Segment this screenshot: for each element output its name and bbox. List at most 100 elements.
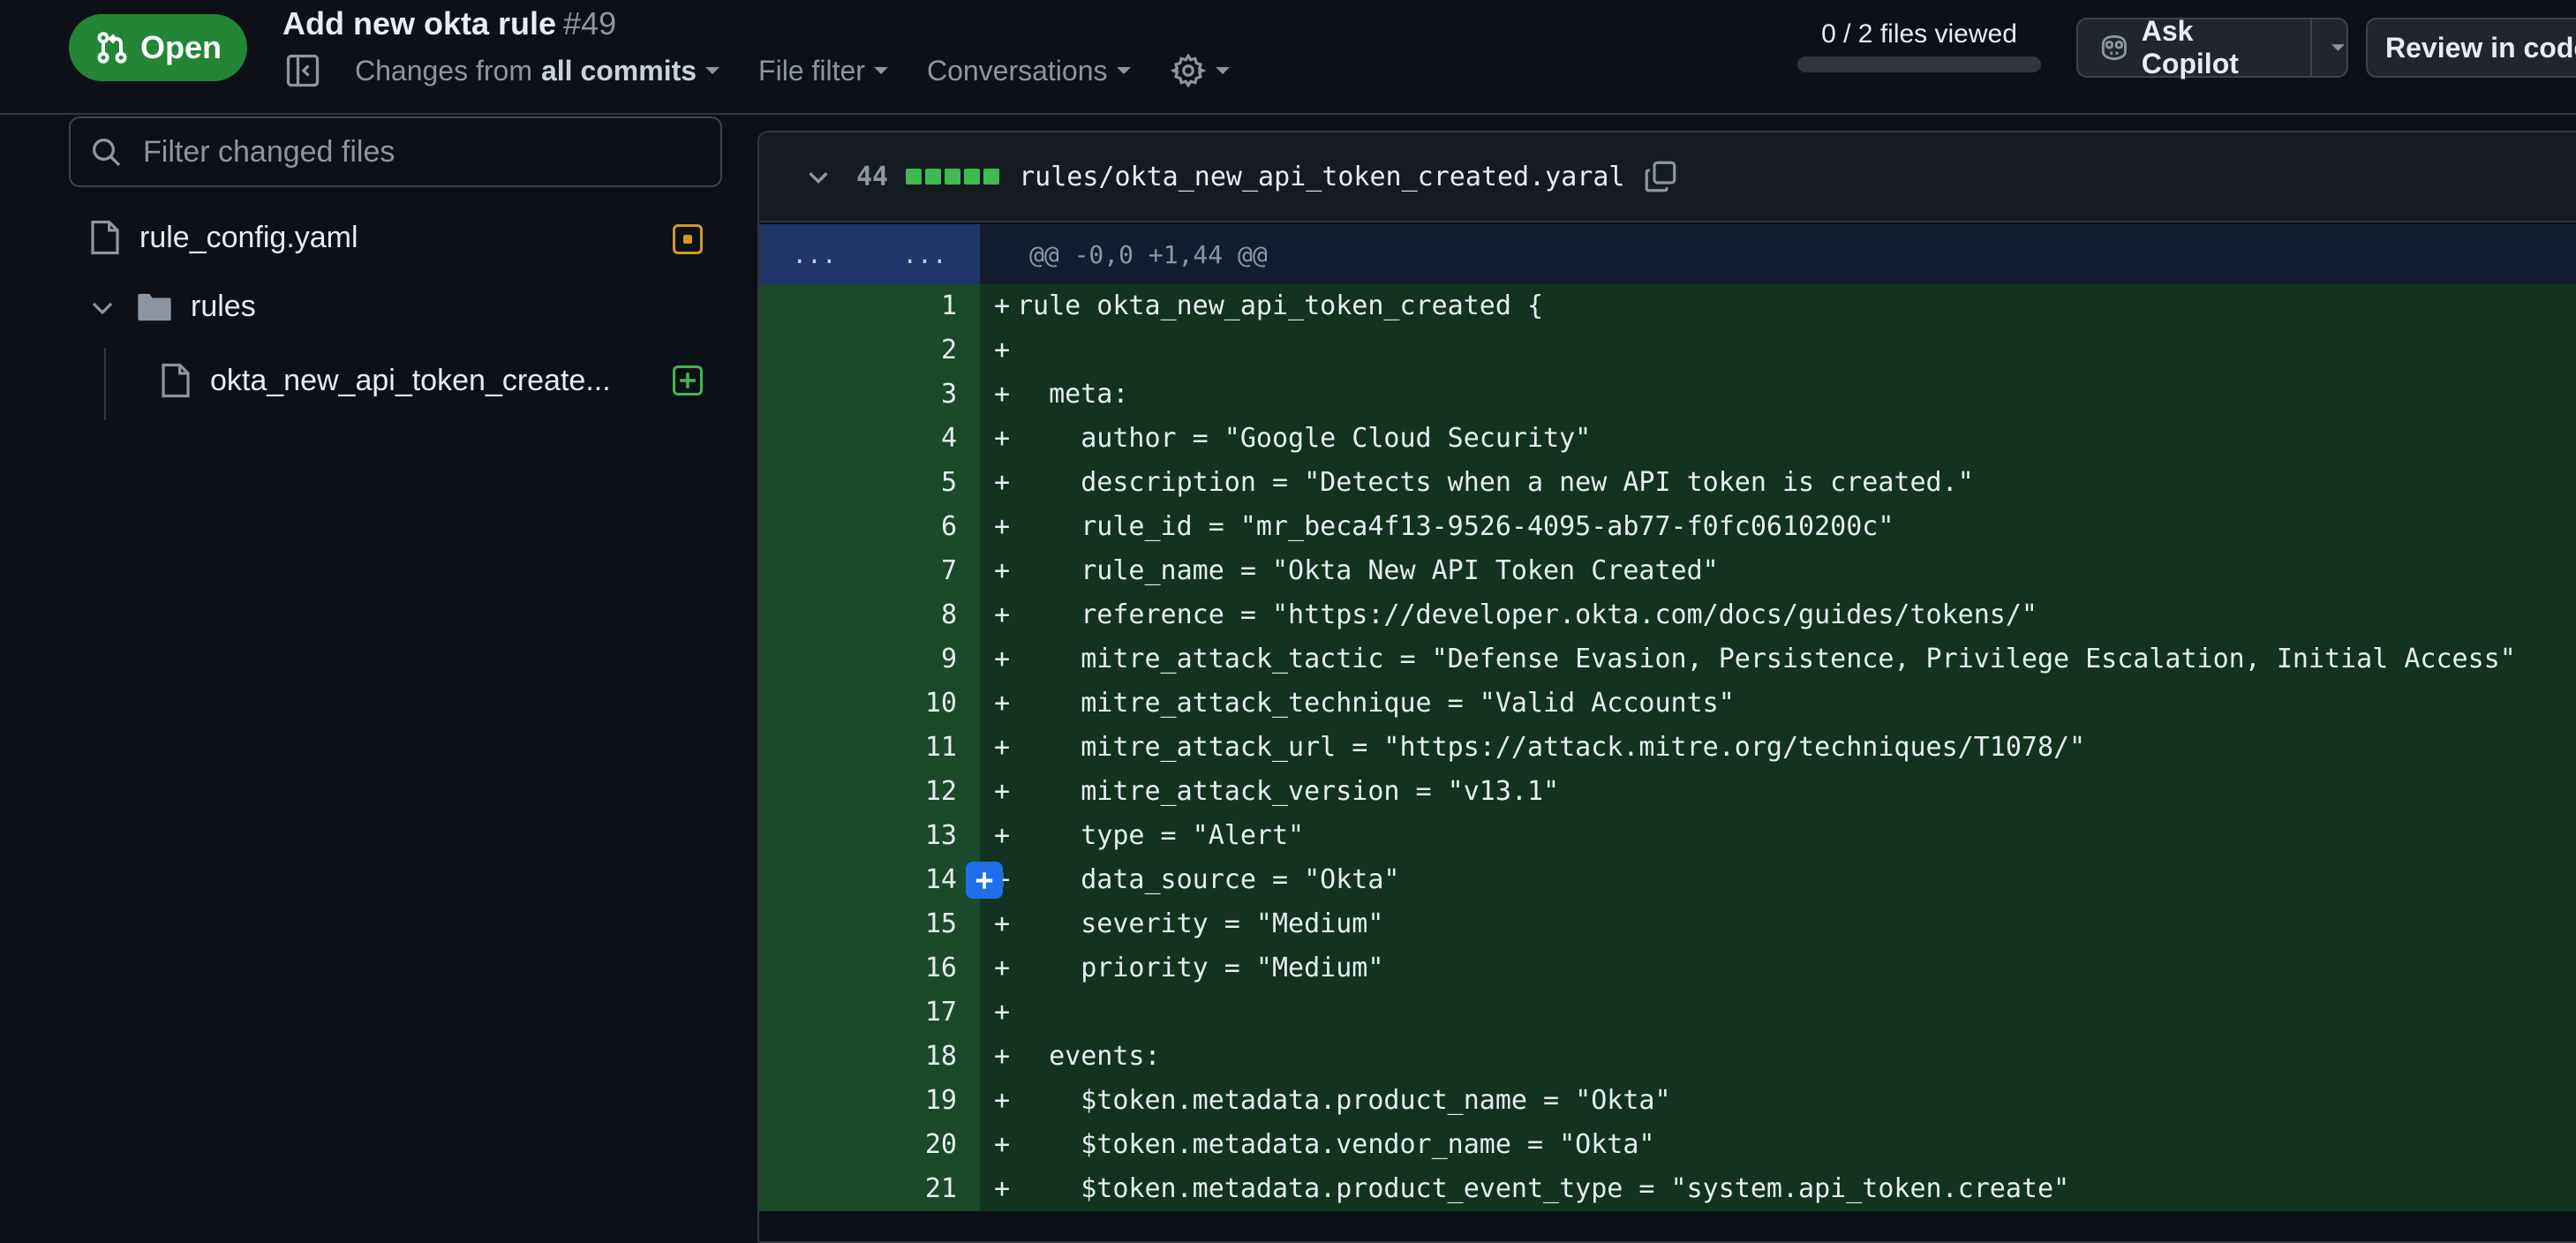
line-code: mitre_attack_tactic = "Defense Evasion, … [1017, 644, 2516, 674]
added-marker: + [994, 335, 1011, 365]
added-marker: + [994, 953, 1011, 983]
diff-settings-button[interactable] [1169, 52, 1232, 89]
line-code: severity = "Medium" [1017, 908, 1384, 939]
line-number[interactable]: 6 [759, 505, 980, 549]
line-number[interactable]: 11 [759, 726, 980, 770]
line-number[interactable]: 15 [759, 902, 980, 946]
line-number[interactable]: 19 [759, 1079, 980, 1123]
folder-name: rules [191, 290, 256, 323]
chevron-down-icon[interactable] [805, 163, 832, 190]
files-viewed-text: 0 / 2 files viewed [1821, 19, 2017, 49]
line-code-cell: + $token.metadata.vendor_name = "Okta" [980, 1123, 2576, 1167]
diff-line: 13 + type = "Alert" [759, 814, 2576, 858]
line-code: rule okta_new_api_token_created { [1017, 290, 1544, 321]
line-code: reference = "https://developer.okta.com/… [1017, 599, 2037, 630]
line-code: meta: [1017, 379, 1129, 410]
line-code: $token.metadata.product_name = "Okta" [1017, 1085, 1671, 1116]
line-number[interactable]: 20 [759, 1123, 980, 1167]
line-number[interactable]: 8 [759, 593, 980, 637]
added-marker: + [994, 908, 1011, 939]
diff-line: 1 + rule okta_new_api_token_created { [759, 284, 2576, 328]
diff-line: 6 + rule_id = "mr_beca4f13-9526-4095-ab77… [759, 505, 2576, 549]
file-name: okta_new_api_token_create... [210, 363, 611, 397]
add-comment-button[interactable]: + [966, 862, 1003, 899]
line-number[interactable]: 9 [759, 637, 980, 682]
diffstat-bar [906, 169, 1000, 185]
line-number[interactable]: 1 [759, 284, 980, 328]
line-code-cell: + rule okta_new_api_token_created { [980, 284, 2576, 328]
file-tree-folder-rules[interactable]: rules [88, 290, 256, 324]
line-code-cell: + reference = "https://developer.okta.co… [980, 593, 2576, 637]
line-number[interactable]: 21 [759, 1167, 980, 1211]
filter-files-input[interactable] [141, 133, 689, 170]
line-number[interactable]: 7 [759, 549, 980, 593]
review-in-code-button[interactable]: Review in code [2366, 18, 2576, 78]
conversations-dropdown[interactable]: Conversations [927, 55, 1133, 87]
line-number[interactable]: 2 [759, 328, 980, 373]
line-code-cell: + mitre_attack_url = "https://attack.mit… [980, 726, 2576, 770]
files-viewed-progress [1797, 56, 2041, 72]
line-code: rule_id = "mr_beca4f13-9526-4095-ab77-f0… [1017, 511, 1894, 542]
line-code-cell: + [980, 991, 2576, 1035]
conversations-label: Conversations [926, 54, 1108, 87]
search-icon [93, 139, 121, 167]
expand-context-button[interactable]: ... ... [759, 224, 980, 284]
diff-line: 2 + [759, 328, 2576, 373]
sidebar-collapse-icon[interactable] [282, 51, 323, 90]
line-code-cell: + rule_id = "mr_beca4f13-9526-4095-ab77-… [980, 505, 2576, 549]
pr-header: Open Add new okta rule #49 Changes from a… [0, 0, 2576, 115]
added-marker: + [994, 1129, 1011, 1160]
added-marker: + [994, 776, 1011, 807]
file-filter-dropdown[interactable]: File filter [758, 55, 890, 87]
caret-down-icon[interactable] [2330, 39, 2346, 56]
line-number[interactable]: 17 [759, 991, 980, 1035]
folder-icon [138, 293, 171, 320]
line-code-cell: + priority = "Medium" [980, 946, 2576, 991]
line-number[interactable]: 14 [759, 858, 980, 902]
line-code-cell: + type = "Alert" [980, 814, 2576, 858]
file-added-icon [673, 365, 703, 396]
pr-status-label: Open [139, 29, 222, 65]
diff-file-path[interactable]: rules/okta_new_api_token_created.yaral [1019, 162, 1624, 192]
added-marker: + [994, 1173, 1011, 1204]
line-code: mitre_attack_technique = "Valid Accounts… [1017, 688, 1735, 719]
diff-line: 21 + $token.metadata.product_event_type =… [759, 1167, 2576, 1211]
hunk-header: ... ... @@ -0,0 +1,44 @@ [759, 224, 2576, 284]
line-number[interactable]: 3 [759, 373, 980, 417]
diff-line: 18 + events: [759, 1035, 2576, 1079]
changes-from-dropdown[interactable]: Changes from all commits [355, 55, 721, 87]
diff-line: 4 + author = "Google Cloud Security" [759, 417, 2576, 461]
ask-copilot-button[interactable]: Ask Copilot [2076, 15, 2348, 79]
added-marker: + [994, 732, 1011, 763]
diff-line: 19 + $token.metadata.product_name = "Okta… [759, 1079, 2576, 1123]
line-code-cell: + $token.metadata.product_event_type = "… [980, 1167, 2576, 1211]
file-tree-item-rule-config[interactable]: rule_config.yaml [88, 219, 358, 256]
line-code-cell: + author = "Google Cloud Security" [980, 417, 2576, 461]
line-number[interactable]: 12 [759, 770, 980, 814]
line-code-cell: + mitre_attack_version = "v13.1" [980, 770, 2576, 814]
diff-toolbar: Changes from all commits File filter Con… [282, 51, 1269, 90]
diff-line: 14+ data_source = "Okta"+ [759, 858, 2576, 902]
review-in-code-label: Review in code [2385, 31, 2576, 64]
diffstat-block [925, 169, 942, 185]
diffstat-block [964, 169, 981, 185]
line-code-cell: + rule_name = "Okta New API Token Create… [980, 549, 2576, 593]
line-number[interactable]: 10 [759, 682, 980, 726]
diffstat-block [906, 169, 923, 185]
ask-copilot-label: Ask Copilot [2141, 15, 2239, 79]
filter-changed-files [69, 117, 722, 187]
copy-icon[interactable] [1642, 158, 1679, 195]
changes-from-label: Changes from [355, 54, 532, 87]
line-number[interactable]: 13 [759, 814, 980, 858]
gear-icon [1169, 53, 1207, 88]
line-code: $token.metadata.vendor_name = "Okta" [1017, 1129, 1655, 1160]
line-number[interactable]: 16 [759, 946, 980, 991]
diff-line: 5 + description = "Detects when a new API… [759, 461, 2576, 505]
copilot-icon [2101, 35, 2127, 60]
line-number[interactable]: 4 [759, 417, 980, 461]
diff-line: 15 + severity = "Medium" [759, 902, 2576, 946]
line-number[interactable]: 5 [759, 461, 980, 505]
file-tree-item-okta-rule[interactable]: okta_new_api_token_create... [159, 362, 611, 399]
line-number[interactable]: 18 [759, 1035, 980, 1079]
diff-line: 20 + $token.metadata.vendor_name = "Okta" [759, 1123, 2576, 1167]
